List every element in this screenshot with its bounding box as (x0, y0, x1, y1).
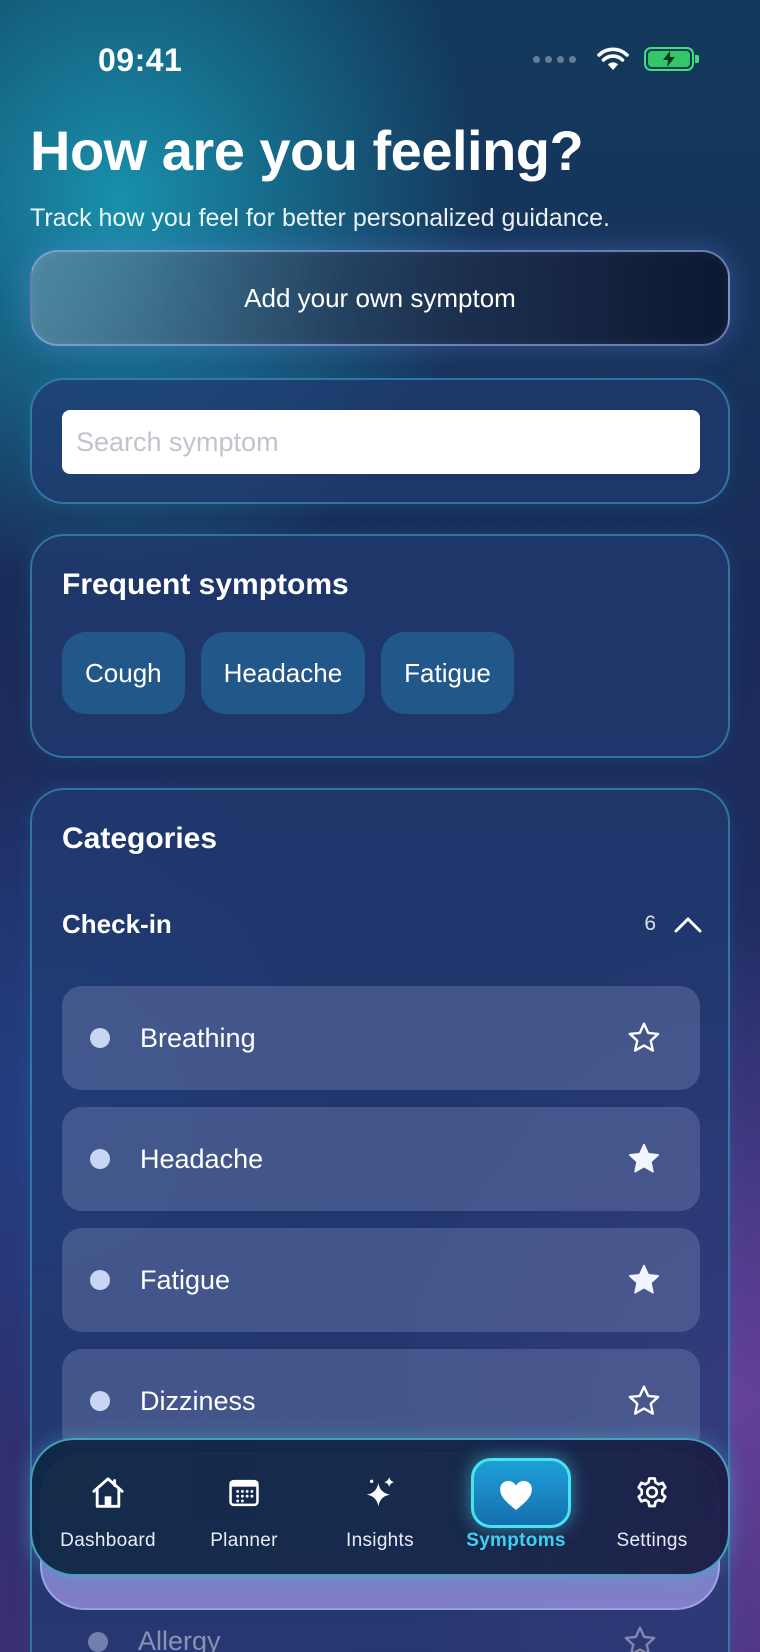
search-input[interactable] (62, 410, 700, 474)
star-outline-icon[interactable] (626, 1383, 662, 1419)
tab-symptoms[interactable]: Symptoms (451, 1440, 581, 1574)
star-filled-icon[interactable] (626, 1262, 662, 1298)
cellular-signal-icon (533, 55, 576, 63)
charging-bolt-icon (663, 51, 675, 67)
symptom-label: Breathing (140, 1022, 256, 1053)
search-card (30, 378, 730, 504)
symptom-item-allergy[interactable]: Allergy (88, 1626, 221, 1652)
tab-dashboard[interactable]: Dashboard (43, 1440, 173, 1574)
symptom-label: Dizziness (140, 1385, 256, 1416)
symptom-list: Breathing Headache Fatigue Dizziness (62, 986, 700, 1470)
sparkles-icon (359, 1472, 401, 1514)
tab-planner[interactable]: Planner (179, 1440, 309, 1574)
tab-label: Insights (346, 1530, 414, 1551)
frequent-symptoms-card: Frequent symptoms Cough Headache Fatigue (30, 534, 730, 758)
symptom-label: Allergy (138, 1626, 221, 1652)
symptom-item-breathing[interactable]: Breathing (62, 986, 700, 1090)
gear-icon (631, 1472, 673, 1514)
bullet-dot (88, 1631, 108, 1652)
calendar-icon (223, 1472, 265, 1514)
categories-heading: Categories (62, 822, 218, 855)
wifi-icon (597, 47, 629, 70)
add-symptom-button[interactable]: Add your own symptom (30, 250, 730, 346)
star-outline-icon[interactable] (622, 1624, 658, 1652)
chip-headache[interactable]: Headache (200, 632, 366, 714)
chip-cough[interactable]: Cough (62, 632, 185, 714)
symptom-item-headache[interactable]: Headache (62, 1107, 700, 1211)
tab-label: Dashboard (60, 1530, 156, 1551)
tab-insights[interactable]: Insights (315, 1440, 445, 1574)
page-title: How are you feeling? (30, 119, 584, 182)
bullet-dot (90, 1028, 110, 1048)
tab-settings[interactable]: Settings (587, 1440, 717, 1574)
star-filled-icon[interactable] (626, 1141, 662, 1177)
tab-label: Planner (210, 1530, 278, 1551)
frequent-symptoms-heading: Frequent symptoms (62, 568, 349, 601)
tab-label: Symptoms (466, 1530, 566, 1551)
status-time: 09:41 (98, 42, 183, 78)
symptom-label: Headache (140, 1143, 264, 1174)
chevron-up-icon[interactable] (674, 910, 702, 938)
home-icon (87, 1472, 129, 1514)
page-subtitle: Track how you feel for better personaliz… (30, 204, 610, 232)
battery-icon (644, 47, 699, 71)
frequent-symptom-chips: Cough Headache Fatigue (62, 632, 514, 714)
bullet-dot (90, 1391, 110, 1411)
chip-fatigue[interactable]: Fatigue (381, 632, 514, 714)
status-bar: 09:41 (0, 0, 760, 120)
tab-label: Settings (616, 1530, 688, 1551)
heart-icon (495, 1474, 537, 1516)
category-group-count: 6 (644, 912, 656, 935)
symptom-item-fatigue[interactable]: Fatigue (62, 1228, 700, 1332)
bullet-dot (90, 1149, 110, 1169)
category-group-label: Check-in (62, 908, 172, 939)
tab-bar: Dashboard Planner Insights Symptoms Sett… (30, 1438, 730, 1576)
category-group-check-in[interactable]: Check-in 6 (62, 902, 702, 946)
bullet-dot (90, 1270, 110, 1290)
status-icons (533, 46, 699, 72)
symptom-label: Fatigue (140, 1264, 231, 1295)
star-outline-icon[interactable] (626, 1020, 662, 1056)
